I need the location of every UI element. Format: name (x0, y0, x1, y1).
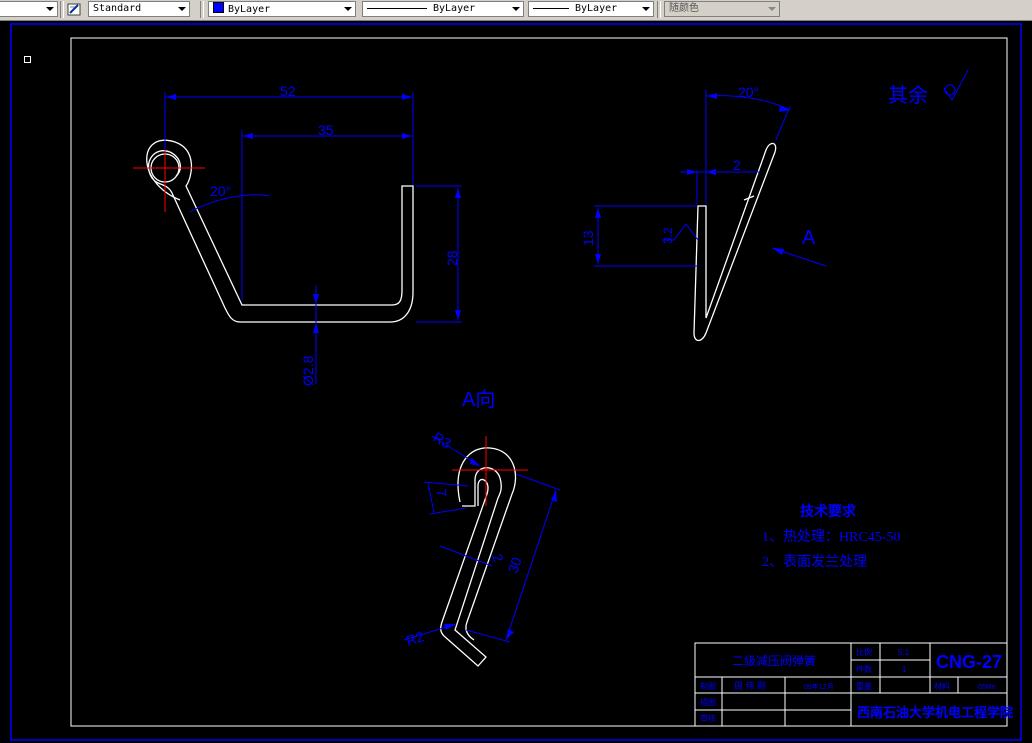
dim-28: 28 (444, 250, 460, 266)
tech-req-title: 技术要求 (800, 503, 857, 520)
chevron-down-icon (341, 3, 353, 15)
linetype-control-dropdown[interactable]: ByLayer (362, 1, 524, 17)
color-swatch-icon (213, 2, 224, 13)
spring-front-outline (146, 139, 414, 323)
dim-angle-front: 20° (210, 183, 231, 199)
dim-7: 7 (433, 488, 450, 499)
dim-35: 35 (318, 122, 334, 138)
roughness-symbol-icon (943, 69, 969, 101)
roughness-value: 3.2 (661, 227, 675, 244)
lineweight-control-dropdown[interactable]: ByLayer (528, 1, 654, 17)
school-name: 西南石油大学机电工程学院 (857, 705, 1013, 720)
toolbar-separator (200, 1, 204, 18)
color-value: ByLayer (228, 4, 271, 15)
part-name: 二级减压阀弹簧 (732, 653, 816, 668)
dim-2-view-a: 2 (489, 552, 507, 565)
qty-label: 件数 (856, 664, 872, 674)
side-dim-arrows (595, 93, 790, 264)
roughness-note: 其余 (888, 84, 928, 107)
properties-toolbar: Standard ByLayer ByLayer ByLayer 随颜色 (0, 0, 1032, 21)
row-label-drafter: 制图 (700, 681, 716, 691)
color-control-dropdown[interactable]: ByLayer (208, 1, 356, 17)
material-label: 材料 (934, 681, 950, 691)
linetype-sample-icon (367, 7, 427, 9)
text-style-icon (67, 3, 81, 16)
scale-value: 5:1 (898, 648, 910, 657)
technical-requirements: 技术要求 1、热处理：HRC45-50 2、表面发兰处理 (762, 503, 900, 570)
title-block-text: 二级减压阀弹簧 比例 5:1 件数 1 CNG-27 制图 描图 审核 周 伟 … (700, 647, 1013, 723)
view-a-centerlines (452, 436, 528, 506)
text-style-manager-button[interactable] (66, 1, 84, 18)
front-dim-arrows (166, 94, 461, 333)
dim-angle-side: 20° (738, 84, 759, 100)
dim-52: 52 (280, 83, 296, 99)
dim-r2: R2 (404, 628, 426, 649)
dim-30: 30 (505, 555, 525, 575)
drawing-canvas[interactable]: 52 35 20° 28 Ø2.8 20° 2 13 3.2 A 其余 A向 R… (0, 20, 1032, 743)
material-value: 65Mn (978, 684, 996, 691)
chevron-down-icon (175, 3, 187, 15)
chevron-down-icon (43, 3, 55, 15)
layer-dropdown-end[interactable] (0, 1, 58, 17)
dim-diameter: Ø2.8 (300, 355, 316, 386)
toolbar-separator (657, 1, 661, 18)
side-dimensions (594, 90, 827, 267)
front-centerlines (133, 124, 205, 212)
view-a-dimensions (403, 435, 561, 643)
drawing-frame (70, 37, 1008, 727)
linetype-value: ByLayer (433, 3, 476, 14)
lineweight-sample-icon (533, 7, 569, 9)
row-label-tracer: 描图 (700, 697, 716, 707)
chevron-down-icon (765, 3, 777, 15)
front-dimensions (164, 92, 462, 384)
view-arrow-label: A (802, 227, 816, 249)
toolbar-separator (60, 1, 64, 18)
weight-label: 重量 (856, 681, 872, 691)
cursor-pickbox-icon (24, 56, 31, 63)
drafter-name: 周 伟 刚 (734, 680, 766, 691)
chevron-down-icon (509, 3, 521, 15)
dim-2-side: 2 (733, 157, 741, 173)
spring-view-a-outer (457, 447, 517, 641)
tech-req-item-2: 2、表面发兰处理 (762, 554, 867, 570)
drawing-number: CNG-27 (936, 652, 1002, 672)
tech-req-item-1: 1、热处理：HRC45-50 (762, 529, 900, 545)
drafting-date: 09年12月 (804, 682, 834, 691)
lineweight-value: ByLayer (575, 3, 618, 14)
sheet-border (10, 23, 1022, 741)
front-view (146, 139, 414, 323)
text-style-dropdown[interactable]: Standard (88, 1, 190, 17)
dim-13: 13 (580, 230, 596, 246)
qty-value: 1 (902, 665, 907, 674)
spring-view-a-outline (440, 467, 502, 667)
plot-style-dropdown[interactable]: 随颜色 (664, 1, 780, 17)
plot-style-value: 随颜色 (669, 3, 699, 14)
scale-label: 比例 (856, 647, 872, 657)
row-label-checker: 审核 (700, 713, 716, 723)
chevron-down-icon (639, 3, 651, 15)
view-a-title: A向 (462, 388, 495, 411)
text-style-value: Standard (93, 3, 142, 14)
